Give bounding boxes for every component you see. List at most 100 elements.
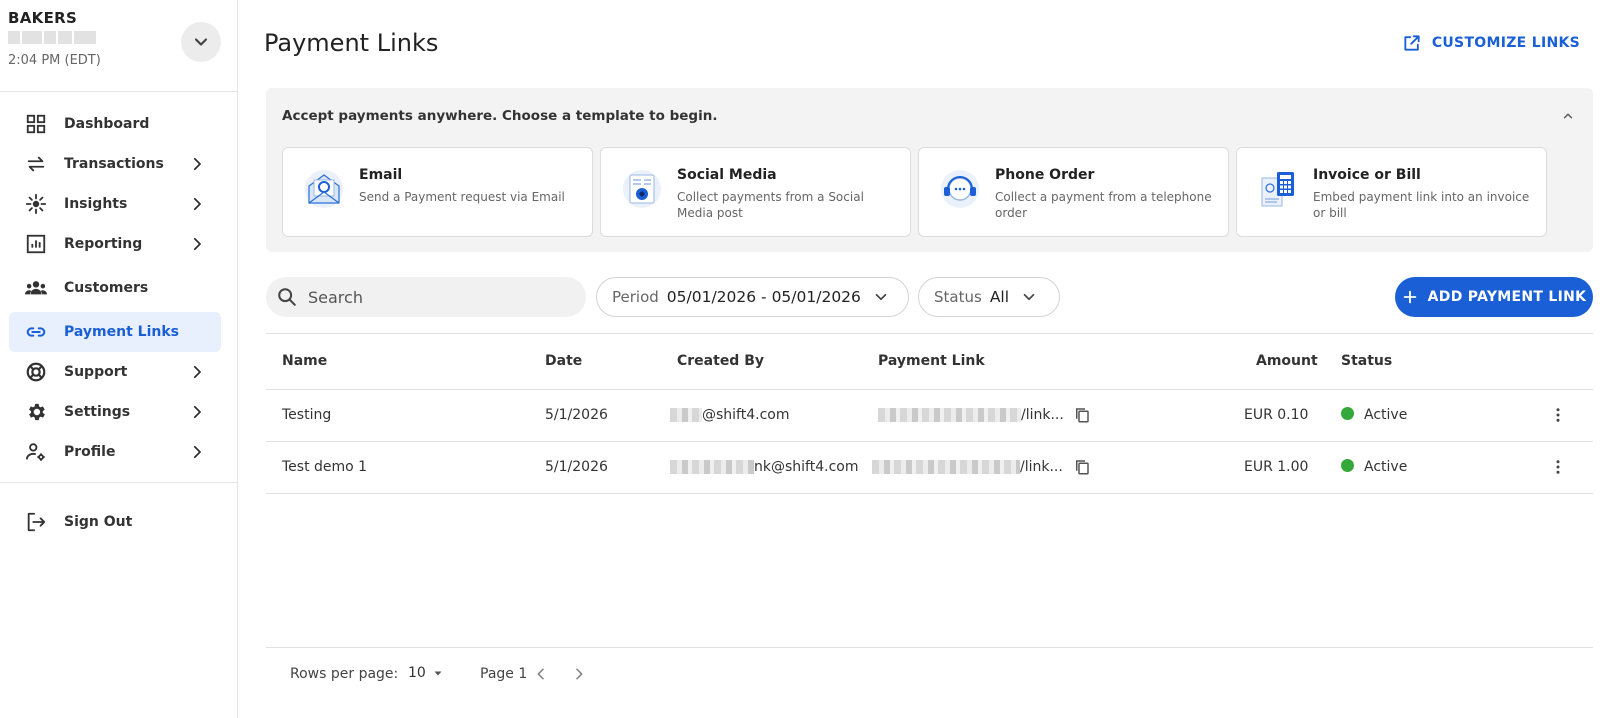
sidebar-item-settings[interactable]: Settings [9,392,221,432]
headset-phone-icon [941,170,979,208]
row-date: 5/1/2026 [545,407,608,423]
row-payment-link-text: /link... [1020,459,1063,475]
page-title: Payment Links [264,29,439,57]
row-created-by: nk@shift4.com [670,459,858,475]
table-row[interactable]: Test demo 1 5/1/2026 nk@shift4.com /link… [266,442,1593,494]
account-switch-button[interactable] [181,22,221,62]
previous-page-button[interactable] [530,663,552,685]
template-card-social-media[interactable]: Social Media Collect payments from a Soc… [600,147,911,237]
column-header-status[interactable]: Status [1341,353,1392,369]
template-description: Collect payments from a Social Media pos… [677,190,864,220]
more-options-icon[interactable] [1547,404,1569,426]
invoice-calculator-icon [1261,172,1294,207]
sidebar-item-profile[interactable]: Profile [9,432,221,472]
email-envelope-icon [305,170,343,208]
next-page-button[interactable] [568,663,590,685]
sidebar-item-label: Insights [64,196,128,212]
chevron-right-icon [185,152,209,176]
status-dot [1341,459,1354,472]
row-amount: EUR 0.10 [1244,407,1309,423]
sidebar-divider [0,482,237,483]
templates-panel: Accept payments anywhere. Choose a templ… [266,88,1593,252]
search-input[interactable] [308,287,568,307]
sidebar-item-payment-links[interactable]: Payment Links [9,312,221,352]
external-link-icon [1404,35,1420,51]
template-card-email[interactable]: Email Send a Payment request via Email [282,147,593,237]
sidebar-item-support[interactable]: Support [9,352,221,392]
chevron-right-icon [185,232,209,256]
chevron-left-icon [537,668,544,680]
more-options-icon[interactable] [1547,456,1569,478]
row-status: Active [1341,407,1407,423]
chevron-down-icon [194,38,208,46]
redacted-text [872,460,1020,474]
row-payment-link-text: /link... [1021,407,1064,423]
row-status: Active [1341,459,1407,475]
transfer-arrows-icon [24,152,48,176]
sidebar-item-transactions[interactable]: Transactions [9,144,221,184]
status-filter-label: Status [934,288,982,306]
sidebar-item-label: Support [64,364,128,380]
row-date: 5/1/2026 [545,459,608,475]
bar-chart-icon [24,232,48,256]
collapse-button[interactable] [1557,105,1579,127]
row-created-by-text: @shift4.com [702,407,790,423]
sidebar-item-customers[interactable]: Customers [9,268,221,308]
chevron-right-icon [185,192,209,216]
add-payment-link-button[interactable]: ADD PAYMENT LINK [1395,277,1593,317]
template-card-invoice[interactable]: Invoice or Bill Embed payment link into … [1236,147,1547,237]
rows-per-page-value: 10 [408,665,426,681]
redacted-text [670,408,702,422]
column-header-date[interactable]: Date [545,353,582,369]
column-header-name[interactable]: Name [282,353,327,369]
redacted-text [670,460,754,474]
chevron-right-icon [185,440,209,464]
row-amount: EUR 1.00 [1244,459,1309,475]
chevron-up-icon [1563,113,1573,119]
status-filter[interactable]: Status All [918,277,1060,317]
caret-down-icon [434,671,442,676]
chevron-right-icon [185,400,209,424]
page-indicator: Page 1 [480,666,528,682]
pagination-bar: Rows per page: 10 Page 1 [266,647,1593,701]
column-header-created-by[interactable]: Created By [677,353,764,369]
customize-links-button[interactable]: CUSTOMIZE LINKS [1402,33,1580,53]
templates-heading: Accept payments anywhere. Choose a templ… [282,108,718,124]
sign-out-button[interactable]: Sign Out [9,502,221,542]
user-settings-icon [24,440,48,464]
sign-out-icon [24,510,48,534]
period-filter[interactable]: Period 05/01/2026 - 05/01/2026 [596,277,909,317]
add-payment-link-label: ADD PAYMENT LINK [1427,289,1587,305]
table-row[interactable]: Testing 5/1/2026 @shift4.com /link... EU… [266,390,1593,442]
column-header-payment-link[interactable]: Payment Link [878,353,985,369]
search-box[interactable] [266,277,586,317]
template-title: Social Media [677,167,777,183]
link-icon [24,320,48,344]
status-filter-value: All [989,288,1010,306]
sidebar: BAKERS 2:04 PM (EDT) Dashboard Transacti… [0,0,238,718]
copy-icon[interactable] [1071,456,1093,478]
customize-links-label: CUSTOMIZE LINKS [1431,35,1580,51]
sidebar-item-label: Profile [64,444,116,460]
table-header: Name Date Created By Payment Link Amount… [266,333,1593,390]
chevron-right-icon [185,360,209,384]
sidebar-item-reporting[interactable]: Reporting [9,224,221,264]
sidebar-nav: Dashboard Transactions Insights Reportin… [0,92,237,472]
redacted-text [878,408,1021,422]
row-name: Test demo 1 [282,459,368,475]
dashboard-icon [24,112,48,136]
social-media-icon [623,170,661,208]
row-name: Testing [282,407,332,423]
row-payment-link: /link... [878,407,1064,423]
template-card-phone-order[interactable]: Phone Order Collect a payment from a tel… [918,147,1229,237]
period-filter-label: Period [612,288,659,306]
copy-icon[interactable] [1071,404,1093,426]
sidebar-item-insights[interactable]: Insights [9,184,221,224]
gear-icon [24,400,48,424]
template-description: Embed payment link into an invoice or bi… [1313,190,1530,220]
lifebuoy-icon [24,360,48,384]
sidebar-item-dashboard[interactable]: Dashboard [9,104,221,144]
rows-per-page-select[interactable]: 10 [408,665,444,681]
column-header-amount[interactable]: Amount [1256,353,1318,369]
template-description: Collect a payment from a telephone order [995,190,1212,220]
